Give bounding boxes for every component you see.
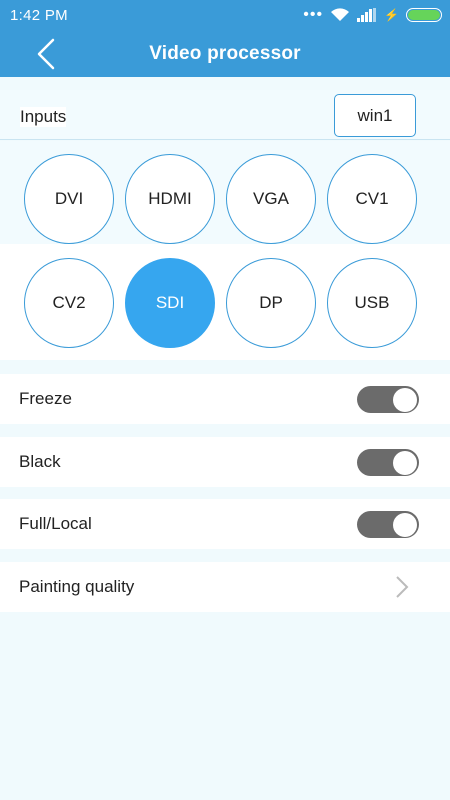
battery-icon xyxy=(406,8,442,22)
source-button-sdi[interactable]: SDI xyxy=(125,258,215,348)
freeze-label: Freeze xyxy=(19,389,72,408)
window-selector-button[interactable]: win1 xyxy=(334,94,416,137)
setting-row-black: Black xyxy=(0,437,450,487)
charging-icon: ⚡ xyxy=(384,8,399,22)
wifi-icon xyxy=(331,8,350,21)
full-local-label: Full/Local xyxy=(19,514,92,533)
page-title: Video processor xyxy=(149,42,301,64)
black-toggle[interactable] xyxy=(357,449,419,476)
more-notifications-icon: ••• xyxy=(303,6,324,23)
source-panel-row-1: DVI HDMI VGA CV1 xyxy=(0,141,450,244)
toggle-knob xyxy=(393,512,417,537)
inputs-row: Inputs win1 xyxy=(0,90,450,140)
painting-quality-label: Painting quality xyxy=(19,577,135,596)
status-icons: ••• ⚡ xyxy=(303,7,442,23)
source-button-dp[interactable]: DP xyxy=(226,258,316,348)
full-local-toggle[interactable] xyxy=(357,511,419,538)
source-button-usb[interactable]: USB xyxy=(327,258,417,348)
source-panel-row-2: CV2 SDI DP USB xyxy=(0,244,450,360)
source-button-cv2[interactable]: CV2 xyxy=(24,258,114,348)
status-time: 1:42 PM xyxy=(10,6,68,24)
inputs-label: Inputs xyxy=(20,107,67,127)
signal-icon xyxy=(357,8,377,22)
setting-row-painting-quality[interactable]: Painting quality xyxy=(0,562,450,612)
toggle-knob xyxy=(393,450,417,475)
app-header: Video processor xyxy=(0,30,450,77)
black-label: Black xyxy=(19,452,61,471)
freeze-toggle[interactable] xyxy=(357,386,419,413)
toggle-knob xyxy=(393,387,417,412)
setting-row-freeze: Freeze xyxy=(0,374,450,424)
source-button-hdmi[interactable]: HDMI xyxy=(125,154,215,244)
chevron-left-icon xyxy=(37,38,55,70)
source-button-dvi[interactable]: DVI xyxy=(24,154,114,244)
status-bar: 1:42 PM ••• ⚡ xyxy=(0,0,450,30)
chevron-right-icon xyxy=(396,576,409,598)
source-button-cv1[interactable]: CV1 xyxy=(327,154,417,244)
back-button[interactable] xyxy=(28,36,64,72)
source-button-vga[interactable]: VGA xyxy=(226,154,316,244)
setting-row-full-local: Full/Local xyxy=(0,499,450,549)
